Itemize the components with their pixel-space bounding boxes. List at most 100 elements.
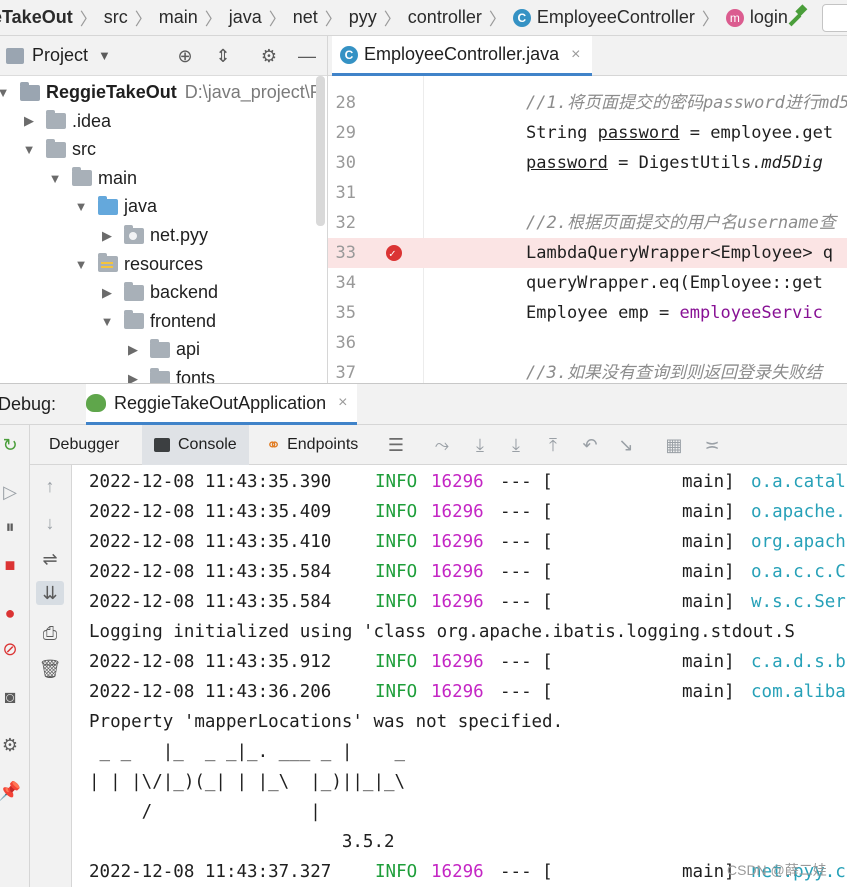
breakpoint-icon[interactable] bbox=[386, 239, 402, 269]
tree-item[interactable]: ▼ resources bbox=[74, 250, 203, 279]
close-icon[interactable]: × bbox=[338, 394, 347, 412]
trash-icon[interactable]: 🗑 bbox=[38, 657, 62, 681]
collapsed-arrow-icon[interactable]: ▶ bbox=[100, 228, 114, 244]
breadcrumb-item[interactable]: controller bbox=[408, 0, 482, 35]
collapsed-arrow-icon[interactable]: ▶ bbox=[126, 371, 140, 384]
pause-icon[interactable]: ⏸ bbox=[0, 515, 22, 539]
close-icon[interactable]: × bbox=[571, 46, 580, 64]
breadcrumb-item[interactable]: src bbox=[104, 0, 128, 35]
resume-icon[interactable]: ▷ bbox=[0, 480, 22, 504]
console-thread: main] bbox=[682, 502, 735, 522]
step-into-icon[interactable]: ⤓ bbox=[504, 433, 528, 457]
tree-item[interactable]: ▼ ReggieTakeOut D:\java_project\R bbox=[0, 78, 323, 107]
tree-item[interactable]: ▼ src bbox=[22, 135, 96, 164]
rerun-icon[interactable]: ↻ bbox=[0, 433, 22, 457]
line-number[interactable]: 32 bbox=[328, 208, 356, 238]
code-line[interactable]: 33 LambdaQueryWrapper<Employee> q bbox=[328, 238, 847, 269]
line-number[interactable]: 35 bbox=[328, 298, 356, 328]
pin-icon[interactable]: 📌 bbox=[0, 779, 22, 803]
tab-debugger[interactable]: Debugger bbox=[49, 425, 119, 465]
mute-breakpoints-icon[interactable]: ⊘ bbox=[0, 637, 22, 661]
code-line[interactable]: 30 password = DigestUtils.md5Dig bbox=[328, 148, 847, 178]
trace-icon[interactable]: ≍ bbox=[700, 433, 724, 457]
expanded-arrow-icon[interactable]: ▼ bbox=[48, 171, 62, 186]
console-line: _ _ |_ _ _|_. ___ _ | _ bbox=[89, 737, 847, 767]
up-arrow-icon[interactable]: ↑ bbox=[38, 474, 62, 498]
expanded-arrow-icon[interactable]: ▼ bbox=[22, 142, 36, 157]
tree-item[interactable]: ▶ api bbox=[126, 335, 200, 364]
drop-frame-icon[interactable]: ↶ bbox=[578, 433, 602, 457]
code-line[interactable]: 29 String password = employee.get bbox=[328, 118, 847, 148]
code-line[interactable]: 34 queryWrapper.eq(Employee::get bbox=[328, 268, 847, 298]
line-number[interactable]: 29 bbox=[328, 118, 356, 148]
line-number[interactable]: 36 bbox=[328, 328, 356, 358]
console-logger: c.a.d.s.b bbox=[751, 652, 846, 672]
console-line: 2022-12-08 11:43:35.584 INFO 16296 --- [mai… bbox=[89, 557, 847, 587]
breadcrumb-item[interactable]: eTakeOut bbox=[0, 0, 73, 35]
collapsed-arrow-icon[interactable]: ▶ bbox=[100, 285, 114, 301]
code-line[interactable]: 36 bbox=[328, 328, 847, 358]
tree-item[interactable]: ▼ main bbox=[48, 164, 137, 193]
tree-item[interactable]: ▼ java bbox=[74, 192, 157, 221]
print-icon[interactable]: ⎙ bbox=[38, 621, 62, 645]
locate-target-icon[interactable]: ⊕ bbox=[174, 45, 196, 67]
collapsed-arrow-icon[interactable]: ▶ bbox=[22, 113, 36, 129]
expanded-arrow-icon[interactable]: ▼ bbox=[100, 314, 114, 329]
tree-item[interactable]: ▶ backend bbox=[100, 278, 218, 307]
step-over-icon[interactable]: ⤓ bbox=[468, 433, 492, 457]
collapsed-arrow-icon[interactable]: ▶ bbox=[126, 342, 140, 358]
line-number[interactable]: 31 bbox=[328, 178, 356, 208]
code-token: = DigestUtils. bbox=[607, 153, 762, 173]
code-line[interactable]: 35 Employee emp = employeeServic bbox=[328, 298, 847, 328]
view-breakpoints-icon[interactable]: ● bbox=[0, 601, 22, 625]
build-hammer-icon[interactable] bbox=[784, 4, 810, 30]
tree-item[interactable]: ▶ .idea bbox=[22, 107, 111, 136]
console-line: 2022-12-08 11:43:35.912 INFO 16296 --- [mai… bbox=[89, 647, 847, 677]
run-to-cursor-icon[interactable]: ↘ bbox=[614, 433, 638, 457]
code-line[interactable]: 37 //3.如果没有查询到则返回登录失败结 bbox=[328, 358, 847, 383]
code-line[interactable]: 32 //2.根据页面提交的用户名username查 bbox=[328, 208, 847, 238]
breadcrumb-item[interactable]: main bbox=[159, 0, 198, 35]
project-scrollbar[interactable] bbox=[316, 76, 325, 226]
code-line[interactable]: 31 bbox=[328, 178, 847, 208]
line-number[interactable]: 33 bbox=[328, 238, 356, 268]
breadcrumb-item[interactable]: pyy bbox=[349, 0, 377, 35]
down-arrow-icon[interactable]: ↓ bbox=[38, 511, 62, 535]
expanded-arrow-icon[interactable]: ▼ bbox=[74, 199, 88, 214]
soft-wrap-icon[interactable]: ⇌ bbox=[38, 547, 62, 571]
hide-panel-icon[interactable]: — bbox=[296, 45, 318, 67]
menu-lines-icon[interactable]: ☰ bbox=[384, 433, 408, 457]
chevron-down-icon[interactable]: ▼ bbox=[98, 48, 111, 63]
tree-item[interactable]: ▶ fonts bbox=[126, 364, 215, 383]
breadcrumb-item[interactable]: java bbox=[229, 0, 262, 35]
project-header-title[interactable]: Project bbox=[32, 45, 88, 66]
scroll-to-end-icon[interactable]: ⇊ bbox=[36, 581, 64, 605]
evaluate-icon[interactable]: ▦ bbox=[662, 433, 686, 457]
tab-employee-controller[interactable]: C EmployeeController.java × bbox=[332, 36, 593, 76]
camera-icon[interactable]: ◙ bbox=[0, 685, 22, 709]
code-line[interactable]: 28 //1.将页面提交的密码password进行md5 bbox=[328, 88, 847, 118]
tree-item[interactable]: ▶ net.pyy bbox=[100, 221, 208, 250]
tab-run-configuration[interactable]: ReggieTakeOutApplication × bbox=[86, 384, 358, 425]
tab-endpoints[interactable]: ⚭ Endpoints bbox=[266, 425, 358, 465]
console-output[interactable]: 2022-12-08 11:43:35.390 INFO 16296 --- [mai… bbox=[72, 465, 847, 887]
breadcrumb-item[interactable]: net bbox=[293, 0, 318, 35]
line-number[interactable]: 28 bbox=[328, 88, 356, 118]
breadcrumb-item[interactable]: m login bbox=[725, 0, 788, 35]
expanded-arrow-icon[interactable]: ▼ bbox=[0, 85, 10, 100]
tree-item[interactable]: ▼ frontend bbox=[100, 307, 216, 336]
tab-console[interactable]: Console bbox=[142, 425, 249, 465]
line-number[interactable]: 34 bbox=[328, 268, 356, 298]
gear-icon[interactable]: ⚙ bbox=[258, 45, 280, 67]
expanded-arrow-icon[interactable]: ▼ bbox=[74, 257, 88, 272]
gear-icon[interactable]: ⚙ bbox=[0, 733, 22, 757]
step-out-icon[interactable]: ⤒ bbox=[541, 433, 565, 457]
code-text: Employee emp = employeeServic bbox=[526, 298, 823, 328]
show-execution-point-icon[interactable]: ⤳ bbox=[430, 433, 454, 457]
stop-icon[interactable]: ■ bbox=[0, 553, 22, 577]
line-number[interactable]: 30 bbox=[328, 148, 356, 178]
run-configuration-selector[interactable] bbox=[822, 4, 847, 32]
breadcrumb-item[interactable]: C EmployeeController bbox=[512, 0, 695, 35]
line-number[interactable]: 37 bbox=[328, 358, 356, 383]
collapse-all-icon[interactable]: ⇕ bbox=[212, 45, 234, 67]
